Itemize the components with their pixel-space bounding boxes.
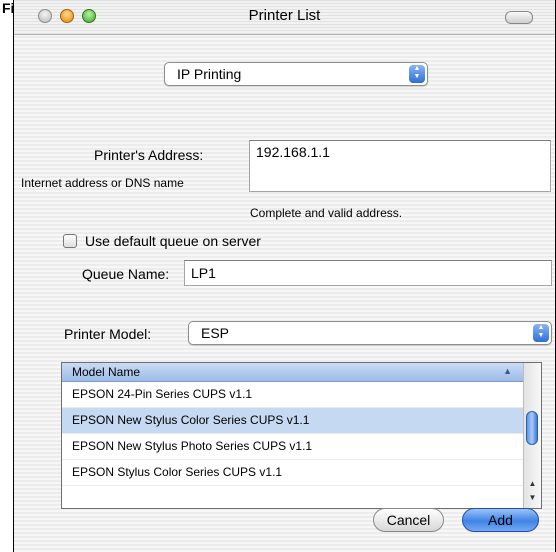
model-name-column-header[interactable]: Model Name ▲ xyxy=(62,363,524,382)
printer-address-field[interactable] xyxy=(249,140,551,192)
default-queue-label: Use default queue on server xyxy=(85,233,261,249)
printer-list-window: Printer List IP Printing ▲ ▼ Printer's Ad… xyxy=(13,0,556,552)
printer-address-hint: Internet address or DNS name xyxy=(21,176,184,190)
queue-name-field[interactable] xyxy=(184,260,552,286)
toolbar-toggle-icon[interactable] xyxy=(505,11,533,24)
title-bar[interactable]: Printer List xyxy=(14,0,555,35)
table-scrollbar[interactable]: ▲ ▼ xyxy=(523,363,541,508)
model-rows: EPSON 24-Pin Series CUPS v1.1 EPSON New … xyxy=(62,382,524,486)
address-validation-status: Complete and valid address. xyxy=(250,206,403,220)
popup-arrows-icon: ▲ ▼ xyxy=(533,324,549,342)
scroll-down-arrow-icon[interactable]: ▼ xyxy=(524,493,541,502)
printer-model-popup[interactable]: ESP ▲ ▼ xyxy=(188,321,552,345)
scroll-thumb[interactable] xyxy=(526,411,538,445)
table-row[interactable]: EPSON Stylus Color Series CUPS v1.1 xyxy=(62,460,524,486)
printer-model-label: Printer Model: xyxy=(64,326,152,342)
cancel-button[interactable]: Cancel xyxy=(373,508,444,532)
table-row-selected[interactable]: EPSON New Stylus Color Series CUPS v1.1 xyxy=(62,408,524,434)
table-row[interactable]: EPSON New Stylus Photo Series CUPS v1.1 xyxy=(62,434,524,460)
connection-type-value: IP Printing xyxy=(177,66,242,82)
popup-arrows-icon: ▲ ▼ xyxy=(409,65,425,83)
sort-ascending-icon: ▲ xyxy=(503,366,512,376)
add-button[interactable]: Add xyxy=(462,508,539,532)
printer-model-value: ESP xyxy=(201,325,230,341)
scroll-up-arrow-icon[interactable]: ▲ xyxy=(524,479,541,488)
queue-name-label: Queue Name: xyxy=(82,266,170,282)
default-queue-checkbox[interactable] xyxy=(63,234,77,248)
column-header-label: Model Name xyxy=(72,365,141,379)
model-name-table[interactable]: Model Name ▲ EPSON 24-Pin Series CUPS v1… xyxy=(61,362,542,509)
window-title: Printer List xyxy=(248,7,321,24)
table-row[interactable]: EPSON 24-Pin Series CUPS v1.1 xyxy=(62,382,524,408)
printer-address-label: Printer's Address: xyxy=(94,147,204,163)
connection-type-popup[interactable]: IP Printing ▲ ▼ xyxy=(164,62,428,86)
